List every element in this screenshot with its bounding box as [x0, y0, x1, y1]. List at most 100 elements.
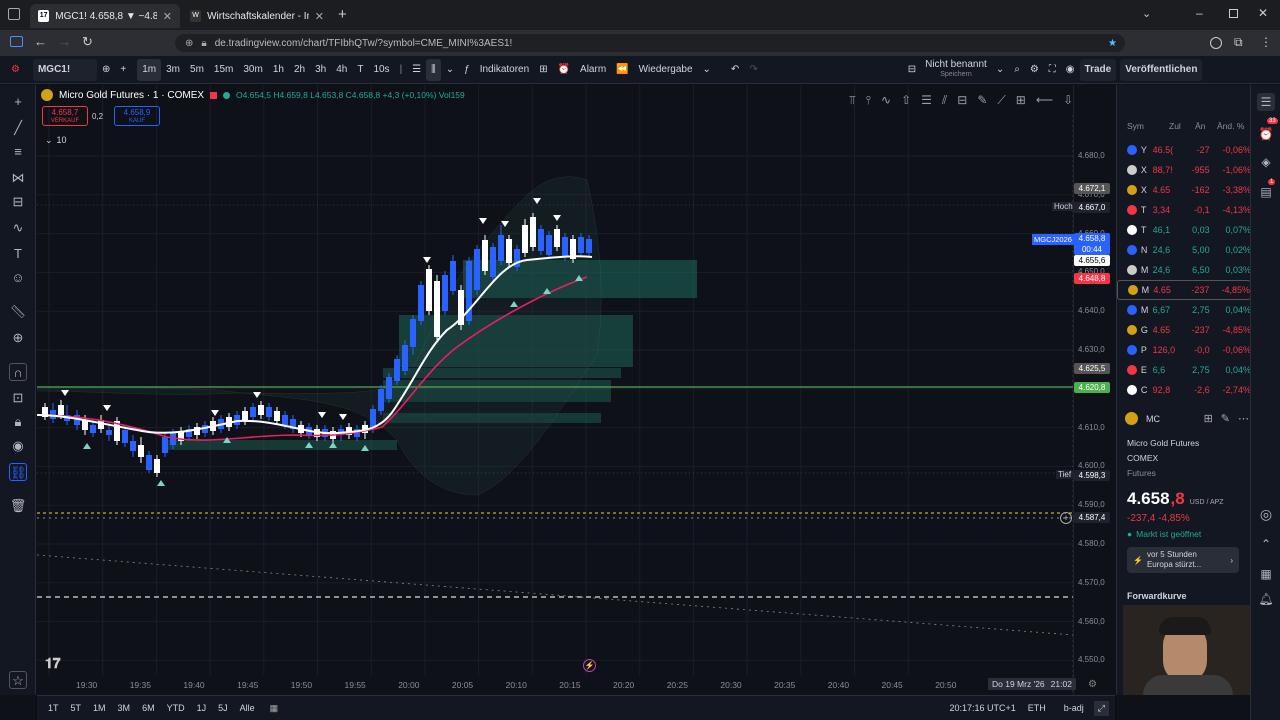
- pattern-icon[interactable]: ⋈: [9, 169, 27, 187]
- lock-drawings-icon[interactable]: ⊡: [9, 389, 27, 407]
- trash-icon[interactable]: 🗑︎: [9, 497, 27, 515]
- session[interactable]: ETH: [1028, 703, 1046, 713]
- watchlist-row[interactable]: C 92,8 -2,6 -2,74%: [1117, 380, 1251, 400]
- interval-3h[interactable]: 3h: [310, 59, 331, 81]
- interval-3m[interactable]: 3m: [161, 59, 185, 81]
- magnet-icon[interactable]: ∩: [9, 363, 27, 381]
- indicators-button[interactable]: Indikatoren: [475, 59, 534, 81]
- new-tab-icon[interactable]: +: [338, 6, 347, 23]
- legend-title[interactable]: Micro Gold Futures · 1 · COMEX: [59, 90, 204, 101]
- layout-icon[interactable]: ⊟: [903, 59, 921, 81]
- alarm-button[interactable]: Alarm: [575, 59, 611, 81]
- interval-10s[interactable]: 10s: [368, 59, 394, 81]
- emoji-icon[interactable]: ☺: [9, 269, 27, 287]
- site-info-icon[interactable]: ⊕: [185, 38, 193, 49]
- col-pct[interactable]: Änd. %: [1217, 121, 1244, 131]
- pencil-icon[interactable]: ✎: [977, 93, 987, 108]
- add-symbol-icon[interactable]: +: [115, 59, 131, 81]
- watchlist-row[interactable]: N 24,6 5,00 0,02%: [1117, 240, 1251, 260]
- watchlist-row[interactable]: X 88,7! -955 -1,06%: [1117, 160, 1251, 180]
- target-icon[interactable]: ◎: [1257, 505, 1275, 523]
- arrow-down-icon[interactable]: ⇩: [1063, 93, 1073, 108]
- trendline-icon[interactable]: ╱: [9, 119, 27, 137]
- crosshair-icon[interactable]: +: [9, 93, 27, 111]
- watchlist-row[interactable]: T 46,1 0,03 0,07%: [1117, 220, 1251, 240]
- address-bar[interactable]: ⊕ 🔒︎ de.tradingview.com/chart/TFIbhQTw/?…: [175, 34, 1125, 52]
- lock-icon[interactable]: 🔒︎: [9, 413, 27, 431]
- channel-icon[interactable]: ⊟: [957, 93, 967, 108]
- tradingview-logo[interactable]: 𝟏𝟕: [45, 655, 61, 672]
- tab-menu-icon[interactable]: [8, 8, 20, 20]
- alarm-icon[interactable]: ⏰: [553, 59, 575, 81]
- interval-T[interactable]: T: [352, 59, 368, 81]
- workspace-icon[interactable]: [10, 36, 23, 47]
- back-icon[interactable]: ←: [34, 34, 47, 49]
- watchlist-row[interactable]: P 126,0 -0,0 -0,06%: [1117, 340, 1251, 360]
- text-tool-icon[interactable]: ⫪: [849, 93, 856, 108]
- buy-button[interactable]: 4.658,9 KAUF: [114, 106, 160, 126]
- brush-icon[interactable]: ∿: [9, 219, 27, 237]
- fullscreen-icon[interactable]: ⛶: [1044, 59, 1061, 81]
- interval-4h[interactable]: 4h: [331, 59, 352, 81]
- watchlist-row[interactable]: M 4.65 -237 -4,85%: [1117, 280, 1251, 300]
- lines-icon[interactable]: ☰: [921, 93, 932, 108]
- bar-type-icon[interactable]: ☰: [407, 59, 426, 81]
- detail-name[interactable]: Micro Gold Futures: [1127, 438, 1199, 448]
- maximize-icon[interactable]: [1229, 9, 1238, 18]
- replay-icon[interactable]: ⏪: [611, 59, 633, 81]
- col-last[interactable]: Zul: [1169, 121, 1195, 131]
- adjustment[interactable]: b-adj: [1064, 703, 1084, 713]
- grid-icon[interactable]: ⊞: [1204, 412, 1213, 425]
- menu-icon[interactable]: ⋮: [1260, 35, 1272, 49]
- range-1M[interactable]: 1M: [88, 703, 111, 713]
- publish-button[interactable]: Veröffentlichen: [1120, 58, 1203, 81]
- chart-canvas[interactable]: [37, 85, 1073, 695]
- search-icon[interactable]: ⌕: [1009, 59, 1025, 81]
- alerts-icon[interactable]: ⏰: [1257, 125, 1275, 143]
- calendar-icon[interactable]: ▦: [1257, 565, 1275, 583]
- user-avatar-icon[interactable]: ⚙: [6, 59, 25, 81]
- add-alert-icon[interactable]: +: [1060, 512, 1072, 524]
- candles-icon[interactable]: ⫼: [426, 58, 441, 81]
- close-tab-icon[interactable]: ✕: [315, 10, 324, 23]
- chevron-down-icon[interactable]: ⌄: [991, 59, 1009, 81]
- range-YTD[interactable]: YTD: [162, 703, 190, 713]
- camera-icon[interactable]: ◉: [1061, 59, 1080, 81]
- compare-icon[interactable]: ⊕: [97, 59, 115, 81]
- interval-15m[interactable]: 15m: [209, 59, 238, 81]
- chevron-down-icon[interactable]: ⌄: [1142, 7, 1151, 20]
- chevron-down-icon[interactable]: ⌄: [698, 59, 716, 81]
- forward-curve-title[interactable]: Forwardkurve: [1127, 591, 1187, 601]
- link-icon[interactable]: ⛓: [9, 463, 27, 481]
- tab-tradingview[interactable]: 17 MGC1! 4.658,8 ▼ −4.85% Nicht ✕: [30, 4, 180, 28]
- url-text[interactable]: de.tradingview.com/chart/TFIbhQTw/?symbo…: [215, 38, 513, 49]
- interval-1h[interactable]: 1h: [268, 59, 289, 81]
- sell-button[interactable]: 4.658,7 VERKAUF: [42, 106, 88, 126]
- range-6M[interactable]: 6M: [137, 703, 160, 713]
- ray-icon[interactable]: ⟋: [997, 93, 1005, 108]
- redo-icon[interactable]: ↷: [744, 59, 762, 81]
- range-1T[interactable]: 1T: [43, 703, 64, 713]
- close-tab-icon[interactable]: ✕: [163, 10, 172, 23]
- watchlist-row[interactable]: X 4.65 -162 -3,38%: [1117, 180, 1251, 200]
- clock[interactable]: 20:17:16 UTC+1: [949, 703, 1015, 713]
- range-5J[interactable]: 5J: [213, 703, 233, 713]
- range-icon[interactable]: ⊞: [1016, 93, 1026, 108]
- text-icon[interactable]: T: [9, 245, 27, 263]
- indicator-toggle[interactable]: ⌄ 10: [45, 135, 67, 146]
- replay-button[interactable]: Wiedergabe: [634, 59, 698, 81]
- col-sym[interactable]: Sym: [1127, 121, 1169, 131]
- reload-icon[interactable]: ↻: [82, 34, 93, 50]
- symbol-search[interactable]: MGC1!: [32, 58, 97, 81]
- projection-icon[interactable]: ⊟: [9, 193, 27, 211]
- calendar-icon[interactable]: ▦: [270, 703, 279, 714]
- time-axis[interactable]: 19:30 19:35 19:40 19:45 19:50 19:55 20:00 20:05…: [37, 676, 1073, 694]
- col-chg[interactable]: Än: [1195, 121, 1217, 131]
- range-1J[interactable]: 1J: [192, 703, 212, 713]
- wave-icon[interactable]: ∿: [881, 93, 891, 108]
- more-icon[interactable]: ⋯: [1238, 412, 1249, 425]
- pitchfork-icon[interactable]: ⫯: [866, 93, 871, 108]
- maximize-panel-icon[interactable]: ⤢: [1093, 700, 1109, 716]
- chart-pane[interactable]: Micro Gold Futures · 1 · COMEX O4.654,5 …: [37, 85, 1137, 695]
- settings-icon[interactable]: ⚙: [1025, 59, 1044, 81]
